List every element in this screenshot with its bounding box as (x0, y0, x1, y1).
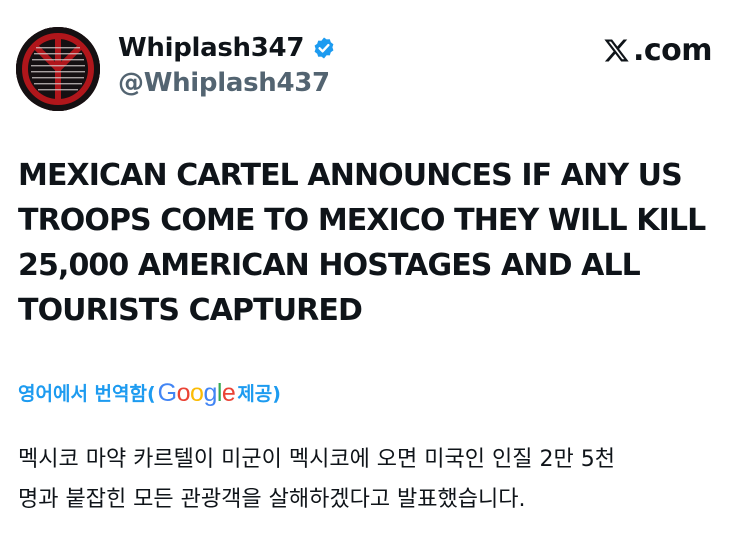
tweet-text: MEXICAN CARTEL ANNOUNCES IF ANY US TROOP… (18, 153, 728, 333)
google-logo-letter: o (190, 379, 204, 407)
verified-badge-icon (312, 36, 336, 60)
google-logo-letter: G (157, 379, 177, 407)
translation-attribution[interactable]: 영어에서 번역함( Google 제공) (18, 378, 281, 407)
display-name[interactable]: Whiplash347 (118, 33, 336, 63)
x-logo-icon (603, 37, 630, 64)
translation-line: 멕시코 마약 카르텔이 미군이 멕시코에 오면 미국인 인질 2만 5천 (18, 447, 615, 472)
translated-text: 멕시코 마약 카르텔이 미군이 멕시코에 오면 미국인 인질 2만 5천 명과 … (18, 440, 733, 520)
tweet-line: TROOPS COME TO MEXICO THEY WILL KILL (18, 203, 706, 238)
tweet-line: MEXICAN CARTEL ANNOUNCES IF ANY US (18, 158, 683, 193)
display-name-text[interactable]: Whiplash347 (118, 33, 304, 63)
google-logo-letter: e (221, 379, 236, 407)
avatar[interactable] (16, 27, 100, 111)
translation-suffix: 제공) (237, 383, 281, 405)
user-handle[interactable]: @Whiplash437 (118, 68, 330, 98)
site-label: .com (603, 33, 713, 68)
translation-prefix: 영어에서 번역함( (18, 383, 156, 405)
translation-line: 명과 붙잡힌 모든 관광객을 살해하겠다고 발표했습니다. (18, 487, 526, 512)
inverted-peace-sign-icon (16, 27, 100, 111)
google-logo: Google (158, 379, 236, 408)
tweet-line: TOURISTS CAPTURED (18, 293, 363, 328)
google-logo-letter: g (203, 379, 217, 407)
google-logo-letter: o (176, 379, 191, 407)
site-domain-suffix: .com (632, 33, 713, 68)
tweet-line: 25,000 AMERICAN HOSTAGES AND ALL (18, 248, 641, 283)
